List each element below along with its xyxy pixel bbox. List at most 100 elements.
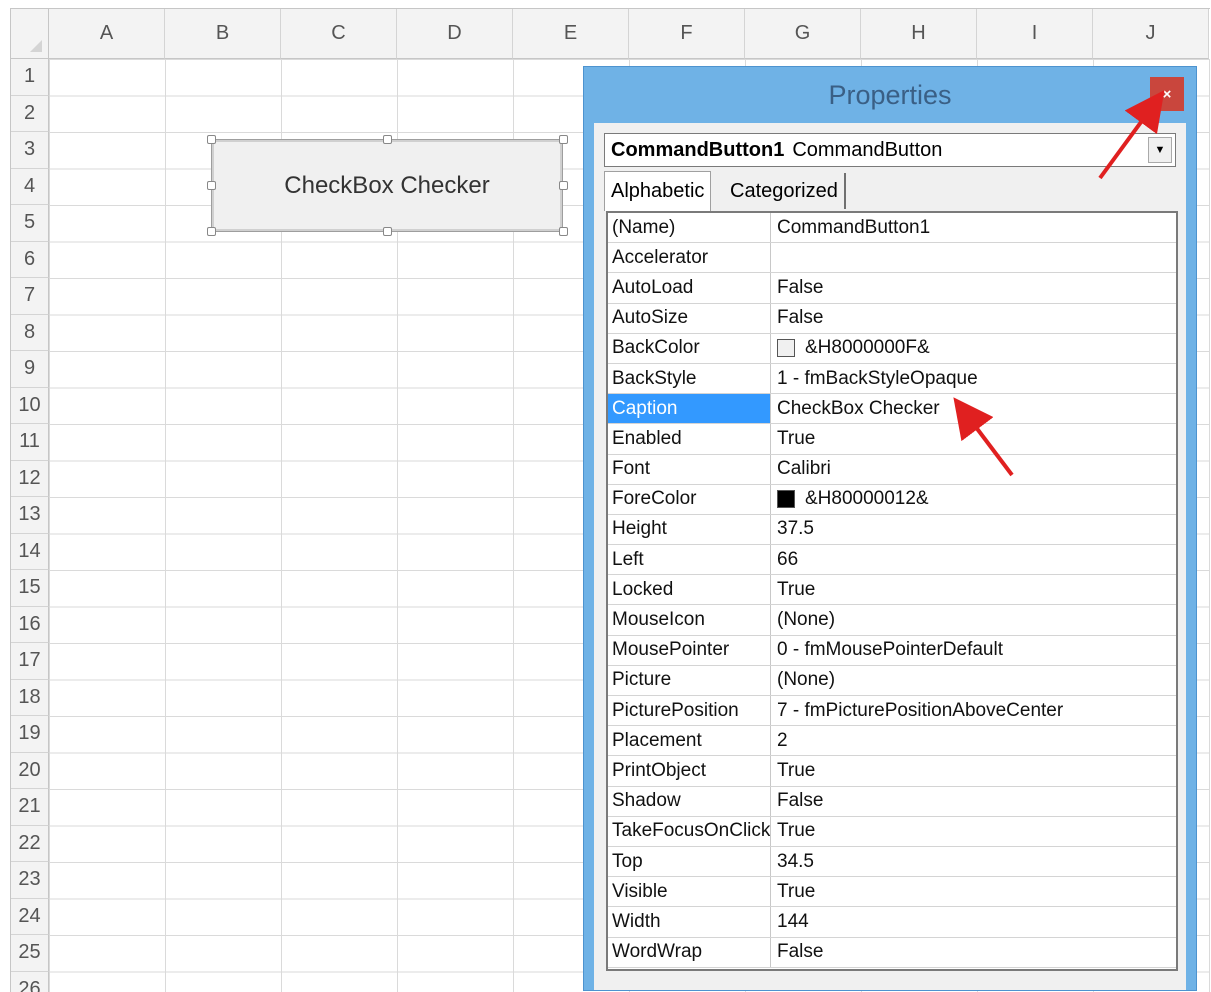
row-header[interactable]: 26 [11, 972, 49, 992]
tab-categorized[interactable]: Categorized [724, 173, 846, 209]
property-value[interactable]: 2 [771, 726, 1176, 755]
property-row[interactable]: BackStyle1 - fmBackStyleOpaque [608, 364, 1176, 394]
property-row[interactable]: ShadowFalse [608, 787, 1176, 817]
property-value[interactable]: 37.5 [771, 515, 1176, 544]
property-value[interactable]: &H8000000F& [771, 334, 1176, 363]
row-header[interactable]: 23 [11, 862, 49, 899]
close-button[interactable]: × [1150, 77, 1184, 111]
column-header[interactable]: I [977, 9, 1093, 59]
property-row[interactable]: TakeFocusOnClickTrue [608, 817, 1176, 847]
property-row[interactable]: Placement2 [608, 726, 1176, 756]
column-header[interactable]: G [745, 9, 861, 59]
property-value[interactable]: False [771, 938, 1176, 967]
row-header[interactable]: 4 [11, 169, 49, 206]
property-row[interactable]: MousePointer0 - fmMousePointerDefault [608, 636, 1176, 666]
row-header[interactable]: 1 [11, 59, 49, 96]
property-row[interactable]: (Name)CommandButton1 [608, 213, 1176, 243]
row-header[interactable]: 18 [11, 680, 49, 717]
property-value[interactable]: 0 - fmMousePointerDefault [771, 636, 1176, 665]
property-row[interactable]: VisibleTrue [608, 877, 1176, 907]
resize-handle[interactable] [559, 227, 568, 236]
row-header[interactable]: 2 [11, 96, 49, 133]
property-value[interactable]: True [771, 575, 1176, 604]
resize-handle[interactable] [207, 181, 216, 190]
property-row[interactable]: FontCalibri [608, 455, 1176, 485]
property-row[interactable]: PrintObjectTrue [608, 756, 1176, 786]
property-row[interactable]: Picture(None) [608, 666, 1176, 696]
property-value[interactable]: False [771, 787, 1176, 816]
property-row[interactable]: WordWrapFalse [608, 938, 1176, 968]
command-button[interactable]: CheckBox Checker [211, 139, 563, 232]
property-value[interactable]: True [771, 756, 1176, 785]
row-header[interactable]: 5 [11, 205, 49, 242]
resize-handle[interactable] [383, 227, 392, 236]
property-value[interactable] [771, 243, 1176, 272]
property-row[interactable]: Accelerator [608, 243, 1176, 273]
row-header[interactable]: 3 [11, 132, 49, 169]
property-value[interactable]: 34.5 [771, 847, 1176, 876]
property-value[interactable]: 144 [771, 907, 1176, 936]
property-row[interactable]: LockedTrue [608, 575, 1176, 605]
property-value[interactable]: False [771, 304, 1176, 333]
property-row[interactable]: AutoSizeFalse [608, 304, 1176, 334]
row-header[interactable]: 20 [11, 753, 49, 790]
property-value[interactable]: (None) [771, 666, 1176, 695]
property-value[interactable]: True [771, 817, 1176, 846]
row-header[interactable]: 10 [11, 388, 49, 425]
property-value[interactable]: CommandButton1 [771, 213, 1176, 242]
select-all-corner[interactable] [11, 9, 49, 59]
dropdown-arrow-icon[interactable]: ▼ [1148, 137, 1172, 163]
resize-handle[interactable] [207, 227, 216, 236]
property-row[interactable]: Top34.5 [608, 847, 1176, 877]
column-header[interactable]: C [281, 9, 397, 59]
resize-handle[interactable] [207, 135, 216, 144]
resize-handle[interactable] [559, 181, 568, 190]
row-header[interactable]: 17 [11, 643, 49, 680]
resize-handle[interactable] [559, 135, 568, 144]
property-value[interactable]: True [771, 877, 1176, 906]
row-header[interactable]: 13 [11, 497, 49, 534]
property-value[interactable]: CheckBox Checker [771, 394, 1176, 423]
property-value[interactable]: 66 [771, 545, 1176, 574]
property-row[interactable]: Width144 [608, 907, 1176, 937]
row-header[interactable]: 6 [11, 242, 49, 279]
row-header[interactable]: 25 [11, 935, 49, 972]
property-value[interactable]: 1 - fmBackStyleOpaque [771, 364, 1176, 393]
object-selector[interactable]: CommandButton1 CommandButton ▼ [604, 133, 1176, 167]
property-value[interactable]: Calibri [771, 455, 1176, 484]
tab-alphabetic[interactable]: Alphabetic [604, 171, 711, 211]
row-header[interactable]: 15 [11, 570, 49, 607]
property-row[interactable]: Left66 [608, 545, 1176, 575]
property-row[interactable]: CaptionCheckBox Checker [608, 394, 1176, 424]
row-header[interactable]: 16 [11, 607, 49, 644]
property-value[interactable]: False [771, 273, 1176, 302]
row-header[interactable]: 9 [11, 351, 49, 388]
row-header[interactable]: 12 [11, 461, 49, 498]
row-header[interactable]: 24 [11, 899, 49, 936]
property-row[interactable]: MouseIcon(None) [608, 605, 1176, 635]
column-header[interactable]: D [397, 9, 513, 59]
row-header[interactable]: 11 [11, 424, 49, 461]
column-header[interactable]: E [513, 9, 629, 59]
property-row[interactable]: BackColor&H8000000F& [608, 334, 1176, 364]
property-row[interactable]: EnabledTrue [608, 424, 1176, 454]
row-header[interactable]: 19 [11, 716, 49, 753]
property-value[interactable]: &H80000012& [771, 485, 1176, 514]
row-header[interactable]: 22 [11, 826, 49, 863]
row-header[interactable]: 8 [11, 315, 49, 352]
row-header[interactable]: 21 [11, 789, 49, 826]
property-value[interactable]: 7 - fmPicturePositionAboveCenter [771, 696, 1176, 725]
resize-handle[interactable] [383, 135, 392, 144]
property-row[interactable]: PicturePosition7 - fmPicturePositionAbov… [608, 696, 1176, 726]
property-row[interactable]: Height37.5 [608, 515, 1176, 545]
property-value[interactable]: True [771, 424, 1176, 453]
property-row[interactable]: AutoLoadFalse [608, 273, 1176, 303]
column-header[interactable]: B [165, 9, 281, 59]
column-header[interactable]: H [861, 9, 977, 59]
column-header[interactable]: F [629, 9, 745, 59]
property-row[interactable]: ForeColor&H80000012& [608, 485, 1176, 515]
column-header[interactable]: J [1093, 9, 1209, 59]
row-header[interactable]: 7 [11, 278, 49, 315]
property-value[interactable]: (None) [771, 605, 1176, 634]
row-header[interactable]: 14 [11, 534, 49, 571]
